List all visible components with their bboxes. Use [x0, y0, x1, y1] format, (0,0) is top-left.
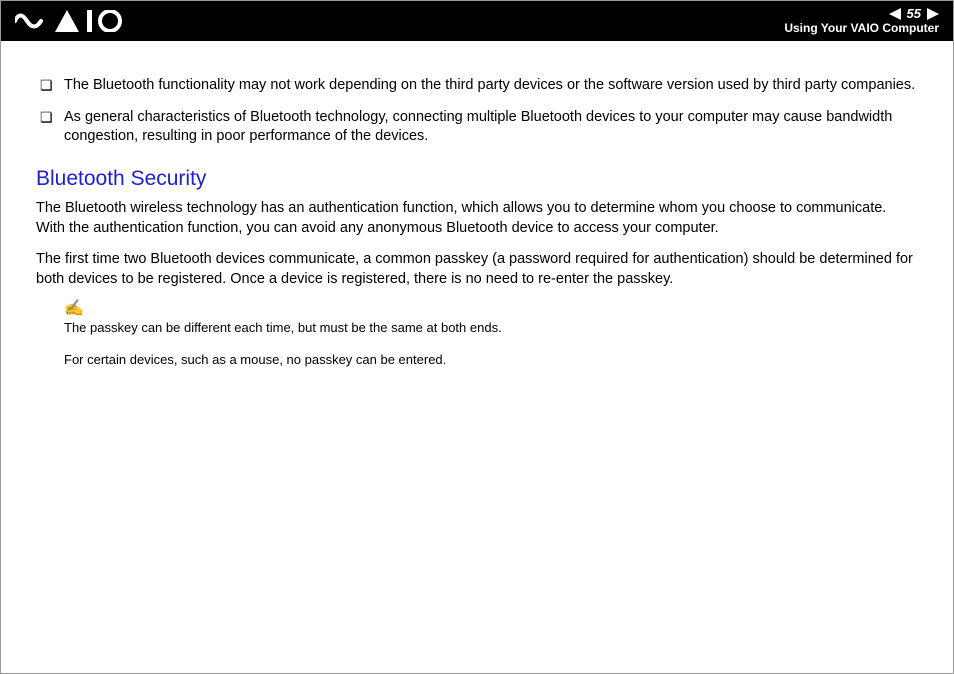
page-header: 55 Using Your VAIO Computer: [1, 1, 953, 41]
vaio-logo: [15, 10, 125, 32]
nav-next-icon[interactable]: [927, 8, 939, 20]
manual-page: 55 Using Your VAIO Computer The Bluetoot…: [0, 0, 954, 674]
bullet-text: As general characteristics of Bluetooth …: [64, 109, 892, 145]
section-heading: Bluetooth Security: [36, 165, 918, 193]
list-item: The Bluetooth functionality may not work…: [36, 76, 918, 96]
body-paragraph: The first time two Bluetooth devices com…: [36, 250, 918, 289]
bullet-list: The Bluetooth functionality may not work…: [36, 76, 918, 147]
note-block: ✍ The passkey can be different each time…: [64, 301, 918, 368]
nav-prev-icon[interactable]: [889, 8, 901, 20]
page-nav: 55: [889, 7, 939, 21]
header-right: 55 Using Your VAIO Computer: [784, 7, 939, 35]
body-paragraph: The Bluetooth wireless technology has an…: [36, 199, 918, 238]
note-line: The passkey can be different each time, …: [64, 319, 918, 337]
list-item: As general characteristics of Bluetooth …: [36, 108, 918, 147]
page-number: 55: [905, 7, 923, 21]
section-title: Using Your VAIO Computer: [784, 22, 939, 35]
bullet-text: The Bluetooth functionality may not work…: [64, 77, 915, 93]
note-line: For certain devices, such as a mouse, no…: [64, 351, 918, 369]
vaio-logo-icon: [15, 10, 125, 32]
note-icon: ✍: [64, 301, 918, 317]
page-content: The Bluetooth functionality may not work…: [1, 41, 953, 368]
